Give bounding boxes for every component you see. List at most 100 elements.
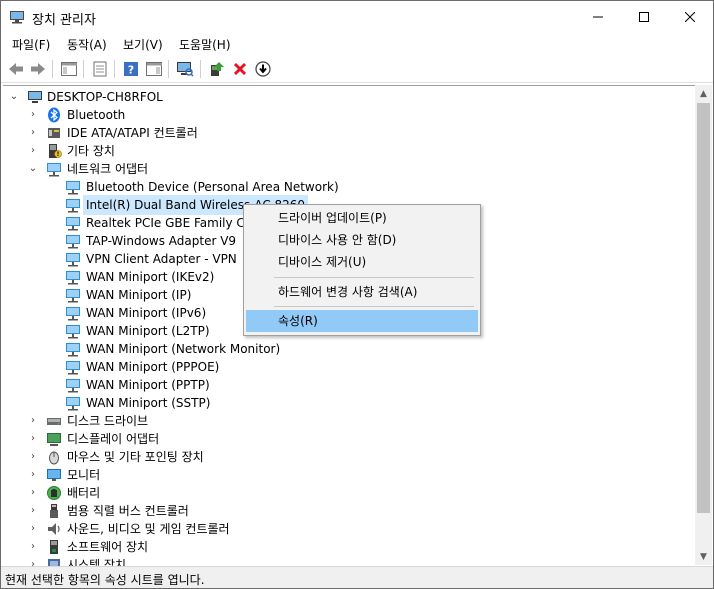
tree-node-label: IDE ATA/ATAPI 컨트롤러: [67, 126, 198, 140]
window-title: 장치 관리자: [32, 13, 96, 28]
forward-arrow-icon: [31, 63, 45, 75]
close-button[interactable]: [667, 1, 713, 33]
maximize-icon: [639, 12, 649, 22]
unknown-device-icon: !: [49, 144, 62, 158]
menu-help[interactable]: 도움말(H): [179, 36, 231, 53]
chevron-right-icon[interactable]: ›: [28, 556, 38, 566]
ctx-scan-hardware[interactable]: 하드웨어 변경 사항 검색(A): [246, 281, 478, 303]
show-hide-tree-icon: [61, 62, 77, 76]
scroll-up-button[interactable]: ▲: [695, 85, 712, 102]
tree-leaf-label: WAN Miniport (Network Monitor): [86, 342, 281, 356]
speaker-icon: [48, 523, 60, 535]
ctx-item-label: 디바이스 제거(U): [278, 255, 367, 269]
tree-node-display-adapters[interactable]: › 디스플레이 어댑터: [3, 430, 693, 448]
tree-node-label: 사운드, 비디오 및 게임 컨트롤러: [67, 522, 230, 536]
properties-sheet-button[interactable]: [90, 59, 110, 79]
chevron-right-icon[interactable]: ›: [28, 106, 38, 124]
forward-button[interactable]: [28, 59, 48, 79]
network-adapter-icon: [66, 361, 80, 375]
device-manager-icon: [10, 11, 24, 24]
tree-leaf-label: WAN Miniport (PPPOE): [86, 360, 220, 374]
software-device-icon: [50, 540, 58, 554]
tree-node-monitors[interactable]: › 모니터: [3, 466, 693, 484]
ctx-properties[interactable]: 속성(R): [246, 310, 478, 332]
chevron-right-icon[interactable]: ›: [28, 520, 38, 538]
tree-leaf-net-0[interactable]: Bluetooth Device (Personal Area Network): [3, 178, 693, 196]
chevron-right-icon[interactable]: ›: [28, 142, 38, 160]
tree-node-mice[interactable]: › 마우스 및 기타 포인팅 장치: [3, 448, 693, 466]
network-adapter-icon: [66, 397, 80, 411]
tree-node-label: 시스템 장치: [67, 558, 127, 566]
update-driver-button[interactable]: [207, 59, 227, 79]
system-device-icon: [48, 559, 60, 566]
tree-node-usb-controllers[interactable]: › 범용 직렬 버스 컨트롤러: [3, 502, 693, 520]
action-pane-button[interactable]: [144, 59, 164, 79]
show-hide-tree-button[interactable]: [59, 59, 79, 79]
action-pane-icon: [146, 62, 162, 76]
context-menu: 드라이버 업데이트(P) 디바이스 사용 안 함(D) 디바이스 제거(U) 하…: [243, 204, 481, 336]
monitor-icon: [47, 469, 61, 481]
tree-leaf-net-10[interactable]: WAN Miniport (PPPOE): [3, 358, 693, 376]
chevron-right-icon[interactable]: ›: [28, 430, 38, 448]
tree-node-disk-drives[interactable]: › 디스크 드라이브: [3, 412, 693, 430]
properties-sheet-icon: [93, 61, 107, 77]
network-adapter-icon: [66, 199, 80, 213]
chevron-right-icon[interactable]: ›: [28, 538, 38, 556]
chevron-right-icon[interactable]: ›: [28, 466, 38, 484]
tree-node-system-devices[interactable]: › 시스템 장치: [3, 556, 693, 566]
ctx-uninstall-device[interactable]: 디바이스 제거(U): [246, 251, 478, 273]
tree-node-label: 모니터: [67, 468, 101, 482]
chevron-right-icon[interactable]: ›: [28, 484, 38, 502]
ctx-item-label: 속성(R): [278, 314, 318, 328]
chevron-right-icon[interactable]: ›: [28, 124, 38, 142]
minimize-button[interactable]: [575, 1, 621, 33]
tree-leaf-label: TAP-Windows Adapter V9: [86, 234, 237, 248]
network-adapter-icon: [47, 163, 61, 177]
network-adapter-icon: [66, 343, 80, 357]
tree-node-other-devices[interactable]: › ! 기타 장치: [3, 142, 693, 160]
tree-node-bluetooth[interactable]: › Bluetooth: [3, 106, 693, 124]
tree-node-label: 디스크 드라이브: [67, 414, 149, 428]
tree-leaf-net-11[interactable]: WAN Miniport (PPTP): [3, 376, 693, 394]
status-bar: 현재 선택한 항목의 속성 시트를 엽니다.: [1, 566, 713, 588]
chevron-down-icon[interactable]: ⌄: [28, 160, 38, 178]
chevron-right-icon[interactable]: ›: [28, 448, 38, 466]
chevron-right-icon[interactable]: ›: [28, 412, 38, 430]
chevron-right-icon[interactable]: ›: [28, 502, 38, 520]
ctx-item-label: 디바이스 사용 안 함(D): [278, 233, 397, 247]
menu-action[interactable]: 동작(A): [67, 36, 107, 53]
toolbar-separator: [52, 60, 53, 78]
ctx-update-driver[interactable]: 드라이버 업데이트(P): [246, 207, 478, 229]
scroll-down-button[interactable]: ▼: [695, 548, 712, 565]
tree-node-software-devices[interactable]: › 소프트웨어 장치: [3, 538, 693, 556]
vertical-scrollbar[interactable]: ▲ ▼: [695, 85, 712, 565]
ctx-disable-device[interactable]: 디바이스 사용 안 함(D): [246, 229, 478, 251]
chevron-down-icon[interactable]: ⌄: [9, 88, 19, 106]
tree-leaf-net-12[interactable]: WAN Miniport (SSTP): [3, 394, 693, 412]
tree-leaf-label: WAN Miniport (PPTP): [86, 378, 210, 392]
maximize-button[interactable]: [621, 1, 667, 33]
ctx-separator: [274, 306, 474, 307]
scroll-thumb[interactable]: [697, 103, 710, 513]
scan-hardware-button[interactable]: [175, 59, 195, 79]
tree-root[interactable]: ⌄ DESKTOP-CH8RFOL: [3, 88, 693, 106]
back-arrow-icon: [9, 63, 23, 75]
tree-node-sound-video[interactable]: › 사운드, 비디오 및 게임 컨트롤러: [3, 520, 693, 538]
help-button[interactable]: ?: [121, 59, 141, 79]
tree-node-label: 기타 장치: [67, 144, 115, 158]
download-driver-button[interactable]: [253, 59, 273, 79]
tree-node-label: 디스플레이 어댑터: [67, 432, 160, 446]
tree-node-batteries[interactable]: › 배터리: [3, 484, 693, 502]
tree-node-ide[interactable]: › IDE ATA/ATAPI 컨트롤러: [3, 124, 693, 142]
tree-node-network-adapters[interactable]: ⌄ 네트워크 어댑터: [3, 160, 693, 178]
tree-leaf-net-9[interactable]: WAN Miniport (Network Monitor): [3, 340, 693, 358]
tree-node-label: 네트워크 어댑터: [67, 162, 149, 176]
computer-icon: [28, 91, 42, 103]
uninstall-device-button[interactable]: [230, 59, 250, 79]
network-adapter-icon: [66, 271, 80, 285]
back-button[interactable]: [6, 59, 26, 79]
uninstall-device-icon: [233, 62, 247, 76]
menu-file[interactable]: 파일(F): [12, 36, 50, 53]
tree-leaf-label: WAN Miniport (IP): [86, 288, 192, 302]
menu-view[interactable]: 보기(V): [123, 36, 163, 53]
